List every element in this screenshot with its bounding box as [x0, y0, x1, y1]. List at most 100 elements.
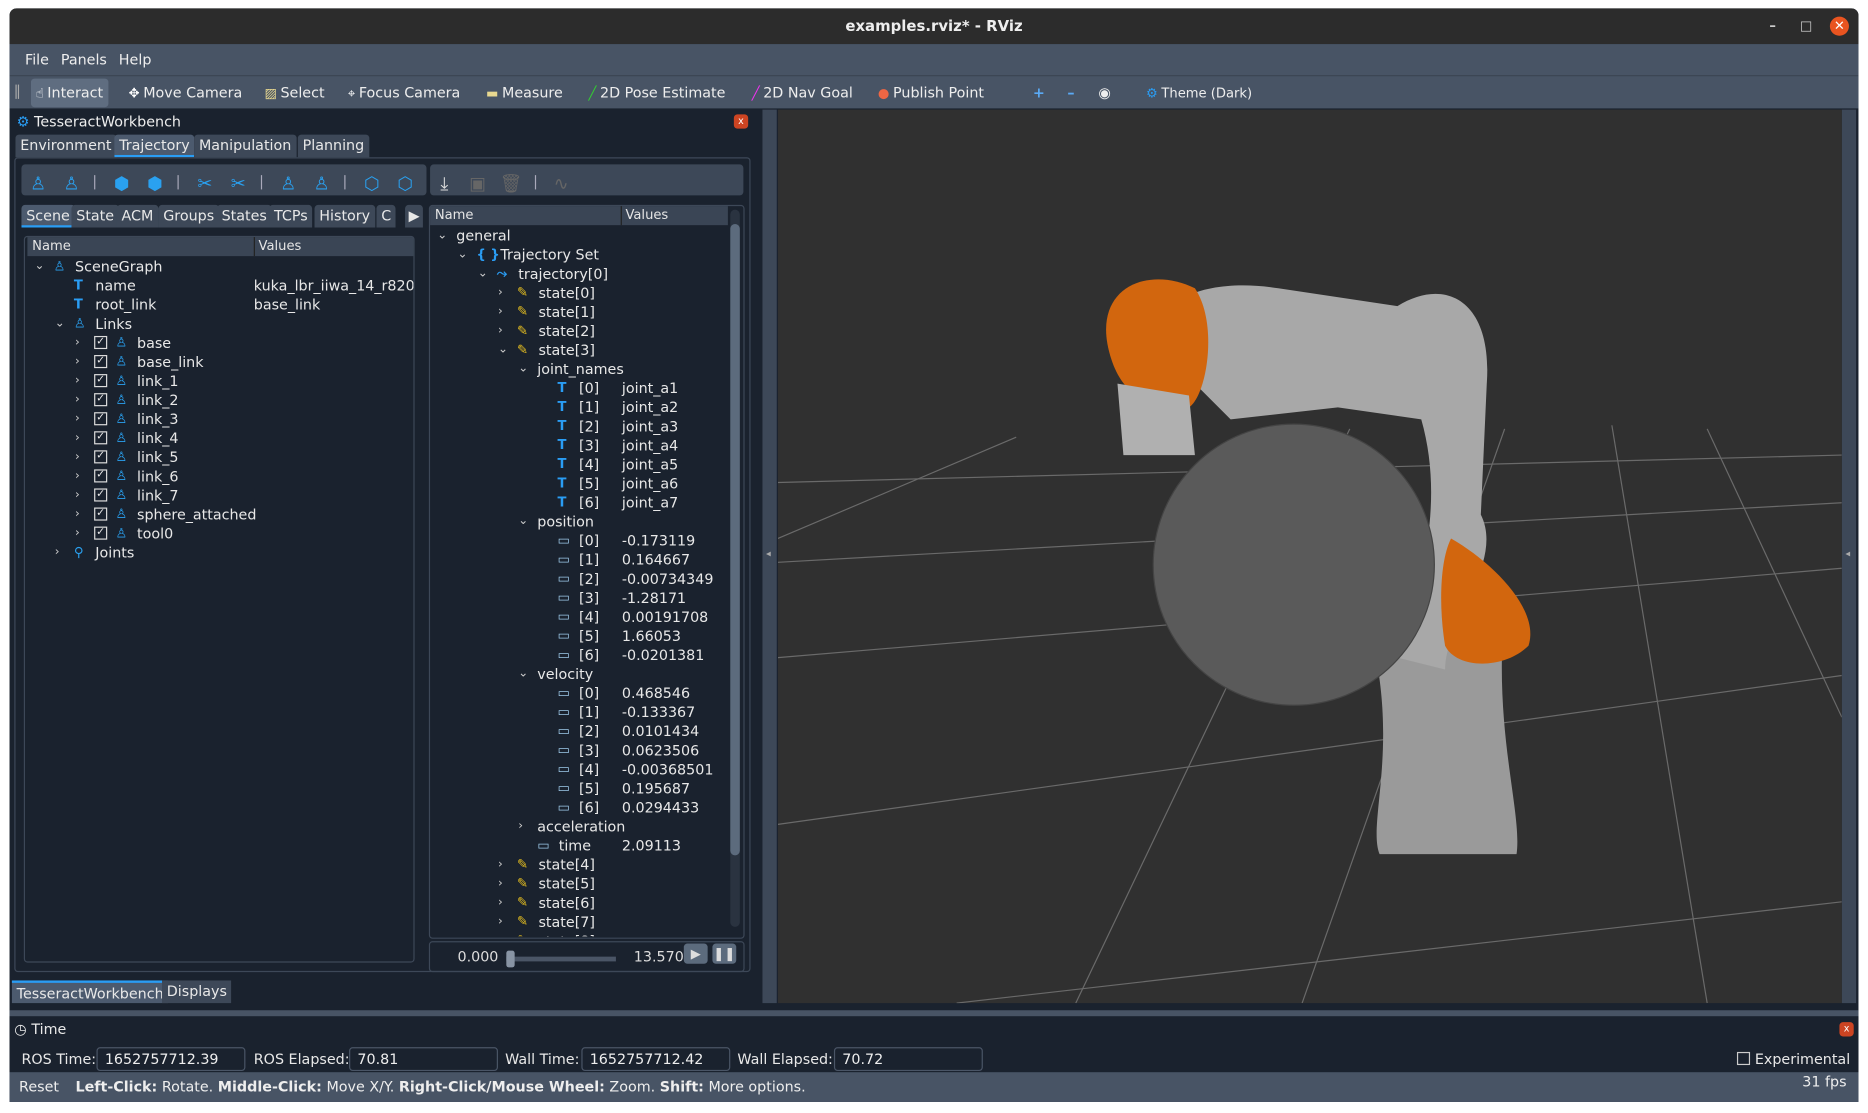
trash-icon[interactable]: 🗑: [499, 172, 523, 196]
close-button[interactable]: ✕: [1829, 16, 1849, 36]
tool-focus-camera[interactable]: ⌖ Focus Camera: [343, 79, 465, 108]
deselect-links-icon[interactable]: ♙: [310, 172, 334, 196]
expand-chevron-icon[interactable]: ›: [518, 817, 523, 836]
collapse-chevron-icon[interactable]: ⌄: [498, 341, 508, 360]
tree-row[interactable]: ⌄ velocity: [430, 665, 728, 684]
ros-elapsed-field[interactable]: 70.81: [349, 1047, 498, 1072]
tree-row[interactable]: ▭ [3] 0.0623506: [430, 741, 728, 760]
tree-row[interactable]: ⌄ joint_names: [430, 360, 728, 379]
tree-row[interactable]: › ✓ ♙ link_7: [27, 486, 413, 505]
play-button[interactable]: ▶: [683, 943, 708, 964]
pause-button[interactable]: ❚❚: [712, 943, 737, 964]
expand-chevron-icon[interactable]: ›: [75, 372, 80, 391]
subtab-groups[interactable]: Groups: [158, 204, 219, 228]
menu-panels[interactable]: Panels: [55, 44, 113, 75]
tool-2d-pose-estimate[interactable]: ╱ 2D Pose Estimate: [584, 79, 730, 108]
tree-row[interactable]: › acceleration: [430, 817, 728, 836]
tree-row[interactable]: ▭ [1] 0.164667: [430, 550, 728, 569]
expand-chevron-icon[interactable]: ›: [75, 410, 80, 429]
eye-icon[interactable]: ◉: [1094, 79, 1116, 108]
tree-row[interactable]: › ✎ state[8]: [430, 932, 728, 937]
subtab-tcps[interactable]: TCPs: [269, 204, 313, 228]
expand-chevron-icon[interactable]: ›: [498, 284, 503, 303]
tab-trajectory[interactable]: Trajectory: [114, 134, 195, 158]
tree-row[interactable]: › ✓ ♙ link_1: [27, 372, 413, 391]
expand-chevron-icon[interactable]: ›: [55, 543, 60, 562]
expand-chevron-icon[interactable]: ›: [498, 303, 503, 322]
hide-geometry-icon[interactable]: ⬢: [143, 172, 167, 196]
expand-chevron-icon[interactable]: ›: [75, 334, 80, 353]
expand-chevron-icon[interactable]: ›: [75, 353, 80, 372]
bottom-tab-displays[interactable]: Displays: [162, 980, 232, 1004]
visibility-checkbox[interactable]: ✓: [94, 355, 108, 369]
menu-file[interactable]: File: [19, 44, 55, 75]
tool-measure[interactable]: ▬ Measure: [481, 79, 567, 108]
3d-viewport[interactable]: [777, 109, 1843, 1004]
collapse-chevron-icon[interactable]: ⌄: [478, 264, 488, 283]
tool-2d-nav-goal[interactable]: ╱ 2D Nav Goal: [747, 79, 858, 108]
tree-row[interactable]: T [5] joint_a6: [430, 474, 728, 493]
tree-row[interactable]: T [2] joint_a3: [430, 417, 728, 436]
tree-row[interactable]: T [3] joint_a4: [430, 436, 728, 455]
tree-row[interactable]: T [1] joint_a2: [430, 398, 728, 417]
tree-row[interactable]: ⌄ { } Trajectory Set: [430, 245, 728, 264]
expand-chevron-icon[interactable]: ›: [498, 913, 503, 932]
show-links-icon[interactable]: ♙: [26, 172, 50, 196]
collapse-chevron-icon[interactable]: ⌄: [518, 360, 528, 379]
tree-row[interactable]: Tname kuka_lbr_iiwa_14_r820: [27, 276, 414, 295]
minimize-button[interactable]: –: [1763, 17, 1782, 36]
collapse-chevron-icon[interactable]: ⌄: [518, 512, 528, 531]
visibility-checkbox[interactable]: ✓: [94, 393, 108, 407]
tree-row[interactable]: › ✎ state[5]: [430, 874, 728, 893]
tree-row[interactable]: ▭ [6] -0.0201381: [430, 646, 728, 665]
collapse-chevron-icon[interactable]: ⌄: [35, 257, 45, 276]
plot-icon[interactable]: ∿: [549, 172, 573, 196]
tree-row[interactable]: ⌄ ♙ SceneGraph: [27, 257, 413, 276]
expand-chevron-icon[interactable]: ›: [75, 505, 80, 524]
tab-planning[interactable]: Planning: [297, 134, 369, 158]
tree-row[interactable]: › ✓ ♙ link_6: [27, 467, 413, 486]
tree-row[interactable]: ▭ [1] -0.133367: [430, 703, 728, 722]
tree-row[interactable]: › ✎ state[7]: [430, 913, 728, 932]
tree-row[interactable]: › ✓ ♙ link_4: [27, 429, 413, 448]
tree-row[interactable]: › ✓ ♙ sphere_attached: [27, 505, 413, 524]
panel-close-button[interactable]: x: [733, 114, 749, 129]
subtab-state[interactable]: State: [71, 204, 119, 228]
show-collision-icon[interactable]: ⬡: [360, 172, 384, 196]
menu-help[interactable]: Help: [113, 44, 158, 75]
subtab-c[interactable]: C: [376, 204, 396, 228]
visibility-checkbox[interactable]: ✓: [94, 507, 108, 521]
slider-handle[interactable]: [506, 950, 515, 968]
tool-interact[interactable]: ☝ Interact: [30, 78, 108, 108]
expand-chevron-icon[interactable]: ›: [75, 524, 80, 543]
tree-row[interactable]: T [4] joint_a5: [430, 455, 728, 474]
wall-time-field[interactable]: 1652757712.42: [581, 1047, 731, 1072]
subtab-states[interactable]: States: [216, 204, 272, 228]
theme-button[interactable]: ⚙ Theme (Dark): [1141, 79, 1257, 108]
time-panel-close-button[interactable]: x: [1839, 1022, 1854, 1037]
expand-chevron-icon[interactable]: ›: [498, 322, 503, 341]
tab-manipulation[interactable]: Manipulation: [194, 134, 297, 158]
scrollbar-thumb[interactable]: [730, 223, 740, 856]
visibility-checkbox[interactable]: ✓: [94, 469, 108, 483]
hide-axes-icon[interactable]: ✂: [226, 172, 250, 196]
expand-chevron-icon[interactable]: ›: [498, 855, 503, 874]
expand-chevron-icon[interactable]: ›: [498, 932, 503, 936]
import-icon[interactable]: ⤓: [432, 172, 456, 196]
expand-chevron-icon[interactable]: ›: [75, 448, 80, 467]
expand-chevron-icon[interactable]: ›: [75, 467, 80, 486]
subtab-scroll-right-button[interactable]: ▶: [405, 204, 424, 228]
tree-row[interactable]: ▭ [2] 0.0101434: [430, 722, 728, 741]
tree-row[interactable]: › ✓ ♙ tool0: [27, 524, 413, 543]
tree-row[interactable]: T [0] joint_a1: [430, 379, 728, 398]
tree-row[interactable]: › ✎ state[6]: [430, 893, 728, 912]
tab-environment[interactable]: Environment: [15, 134, 117, 158]
tree-row[interactable]: ▭ time 2.09113: [430, 836, 728, 855]
tree-row[interactable]: ⌄ general: [430, 226, 728, 245]
right-splitter[interactable]: ◂: [1841, 109, 1857, 1004]
tree-row[interactable]: ⌄ ✎ state[3]: [430, 341, 728, 360]
tree-row[interactable]: ▭ [0] 0.468546: [430, 684, 728, 703]
visibility-checkbox[interactable]: ✓: [94, 412, 108, 426]
trajectory-slider[interactable]: [506, 950, 616, 968]
bottom-tab-tesseractworkbench[interactable]: TesseractWorkbench: [11, 980, 169, 1004]
